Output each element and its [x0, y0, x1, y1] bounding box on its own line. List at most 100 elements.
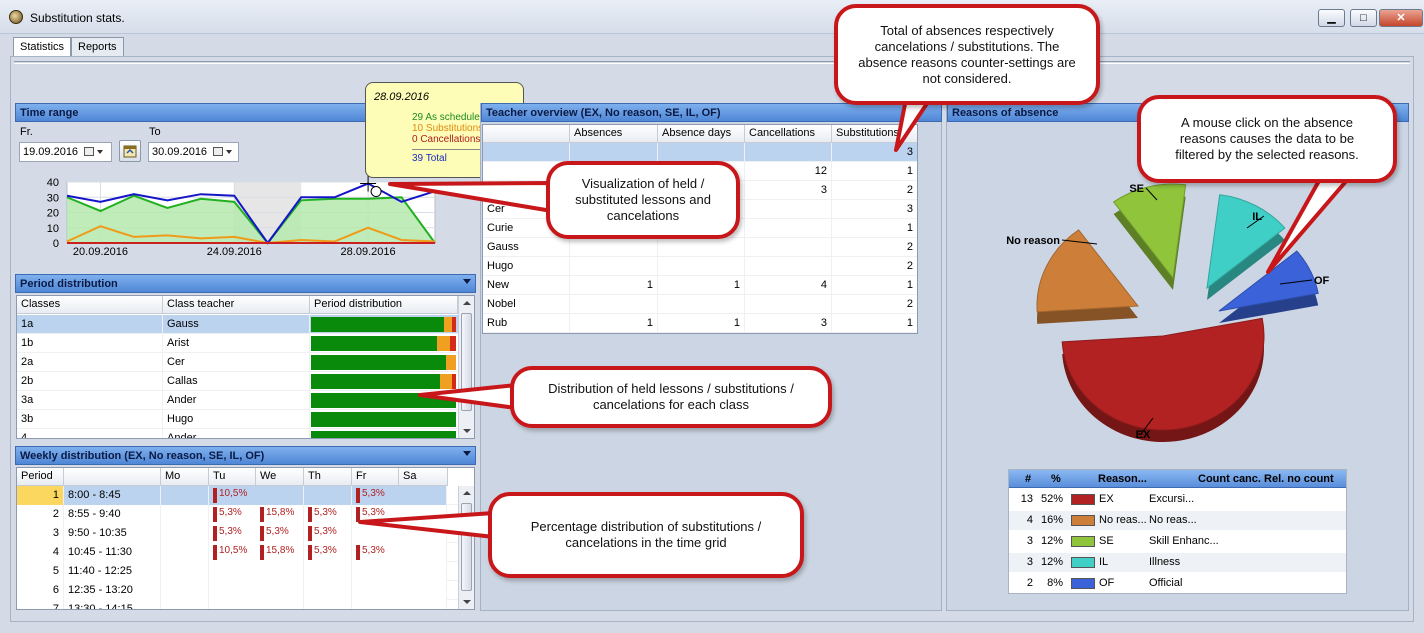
day-cell-sa[interactable] [399, 486, 447, 505]
scrollbar-thumb[interactable] [461, 503, 472, 591]
day-cell-sa[interactable] [399, 505, 447, 524]
column-header-time[interactable] [64, 468, 161, 486]
day-cell-th[interactable] [304, 486, 352, 505]
scroll-down-icon[interactable] [463, 429, 471, 433]
table-row[interactable]: 2 8% OF Official [1009, 574, 1346, 593]
table-row[interactable]: 2a Cer [17, 353, 458, 372]
scrollbar-thumb[interactable] [461, 313, 472, 411]
column-header-period-distribution[interactable]: Period distribution [310, 296, 458, 314]
column-header-reason[interactable]: Reason... [1098, 473, 1147, 485]
day-cell-sa[interactable] [399, 524, 447, 543]
table-row[interactable]: 3 [483, 143, 917, 162]
column-header-percent[interactable]: % [1051, 473, 1061, 485]
tab-statistics[interactable]: Statistics [13, 37, 72, 58]
day-cell-we[interactable] [256, 562, 304, 581]
weekly-distribution-header[interactable]: Weekly distribution (EX, No reason, SE, … [15, 446, 476, 465]
day-cell-mo[interactable] [161, 524, 209, 543]
table-row[interactable]: 4 10:45 - 11:30 10,5% 15,8% 5,3% 5,3% [17, 543, 458, 562]
table-row[interactable]: 1a Gauss [17, 315, 458, 334]
tab-reports[interactable]: Reports [71, 37, 124, 57]
day-cell-mo[interactable] [161, 505, 209, 524]
day-cell-fr[interactable] [352, 600, 400, 609]
table-row[interactable]: 3a Ander [17, 391, 458, 410]
day-cell-mo[interactable] [161, 600, 209, 609]
table-row[interactable]: 2b Callas [17, 372, 458, 391]
day-cell-th[interactable] [304, 600, 352, 609]
day-cell-mo[interactable] [161, 543, 209, 562]
table-row[interactable]: 4 Ander [17, 429, 458, 438]
column-header-absence-days[interactable]: Absence days [658, 125, 745, 143]
day-cell-mo[interactable] [161, 562, 209, 581]
table-row[interactable]: 1b Arist [17, 334, 458, 353]
swap-dates-button[interactable] [119, 140, 141, 162]
period-distribution-header[interactable]: Period distribution [15, 274, 476, 293]
column-header-teacher[interactable] [483, 125, 570, 143]
day-cell-tu[interactable] [209, 600, 257, 609]
vertical-scrollbar[interactable] [458, 296, 474, 438]
day-cell-fr[interactable]: 5,3% [352, 505, 400, 524]
day-cell-fr[interactable] [352, 581, 400, 600]
table-row[interactable]: Nobel 2 [483, 295, 917, 314]
day-cell-sa[interactable] [399, 543, 447, 562]
column-header-sa[interactable]: Sa [399, 468, 448, 486]
column-header-we[interactable]: We [256, 468, 304, 486]
day-cell-th[interactable]: 5,3% [304, 505, 352, 524]
day-cell-th[interactable]: 5,3% [304, 524, 352, 543]
day-cell-tu[interactable]: 5,3% [209, 524, 257, 543]
table-row[interactable]: Rub 1 1 3 1 [483, 314, 917, 333]
day-cell-fr[interactable] [352, 562, 400, 581]
column-header-absences[interactable]: Absences [570, 125, 658, 143]
chevron-down-icon[interactable] [463, 451, 471, 456]
day-cell-fr[interactable] [352, 524, 400, 543]
table-row[interactable]: 3 12% SE Skill Enhanc... [1009, 532, 1346, 551]
pie-slice-se[interactable] [1112, 183, 1187, 280]
close-button[interactable]: ✕ [1379, 9, 1423, 27]
day-cell-th[interactable]: 5,3% [304, 543, 352, 562]
day-cell-sa[interactable] [399, 581, 447, 600]
table-row[interactable]: Gauss 2 [483, 238, 917, 257]
chevron-down-icon[interactable] [463, 279, 471, 284]
table-row[interactable]: Hugo 2 [483, 257, 917, 276]
column-header-class-teacher[interactable]: Class teacher [163, 296, 310, 314]
scroll-up-icon[interactable] [463, 491, 471, 495]
day-cell-sa[interactable] [399, 600, 447, 609]
from-date-picker[interactable]: 19.09.2016 [19, 142, 112, 162]
day-cell-tu[interactable] [209, 581, 257, 600]
day-cell-fr[interactable]: 5,3% [352, 543, 400, 562]
vertical-scrollbar[interactable] [458, 486, 474, 609]
column-header-count-canc[interactable]: Count canc. Rel. no count [1198, 473, 1334, 485]
table-row[interactable]: 3b Hugo [17, 410, 458, 429]
day-cell-mo[interactable] [161, 581, 209, 600]
to-date-picker[interactable]: 30.09.2016 [148, 142, 239, 162]
day-cell-we[interactable]: 15,8% [256, 543, 304, 562]
table-row[interactable]: 4 16% No reas... No reas... [1009, 511, 1346, 530]
table-row[interactable]: 13 52% EX Excursi... [1009, 490, 1346, 509]
column-header-fr[interactable]: Fr [352, 468, 399, 486]
table-row[interactable]: 3 9:50 - 10:35 5,3% 5,3% 5,3% [17, 524, 458, 543]
table-row[interactable]: 6 12:35 - 13:20 [17, 581, 458, 600]
maximize-button[interactable]: □ [1350, 9, 1377, 27]
day-cell-we[interactable] [256, 581, 304, 600]
column-header-count[interactable]: # [1025, 473, 1031, 485]
table-row[interactable]: 3 12% IL Illness [1009, 553, 1346, 572]
day-cell-we[interactable] [256, 600, 304, 609]
day-cell-we[interactable]: 5,3% [256, 524, 304, 543]
column-header-substitutions[interactable]: Substitutions [832, 125, 917, 143]
time-range-chart[interactable]: 40 30 20 10 0 20.09.2016 24.09.2016 28.09.2016 [15, 172, 476, 260]
day-cell-th[interactable] [304, 581, 352, 600]
column-header-period[interactable]: Period [17, 468, 64, 486]
day-cell-tu[interactable]: 5,3% [209, 505, 257, 524]
day-cell-fr[interactable]: 5,3% [352, 486, 400, 505]
column-header-tu[interactable]: Tu [209, 468, 256, 486]
day-cell-tu[interactable] [209, 562, 257, 581]
table-row[interactable]: 7 13:30 - 14:15 [17, 600, 458, 609]
day-cell-tu[interactable]: 10,5% [209, 486, 257, 505]
day-cell-mo[interactable] [161, 486, 209, 505]
table-row[interactable]: 1 8:00 - 8:45 10,5% 5,3% [17, 486, 458, 505]
column-header-cancellations[interactable]: Cancellations [745, 125, 832, 143]
day-cell-we[interactable]: 15,8% [256, 505, 304, 524]
table-row[interactable]: 5 11:40 - 12:25 [17, 562, 458, 581]
column-header-classes[interactable]: Classes [17, 296, 163, 314]
day-cell-th[interactable] [304, 562, 352, 581]
day-cell-sa[interactable] [399, 562, 447, 581]
